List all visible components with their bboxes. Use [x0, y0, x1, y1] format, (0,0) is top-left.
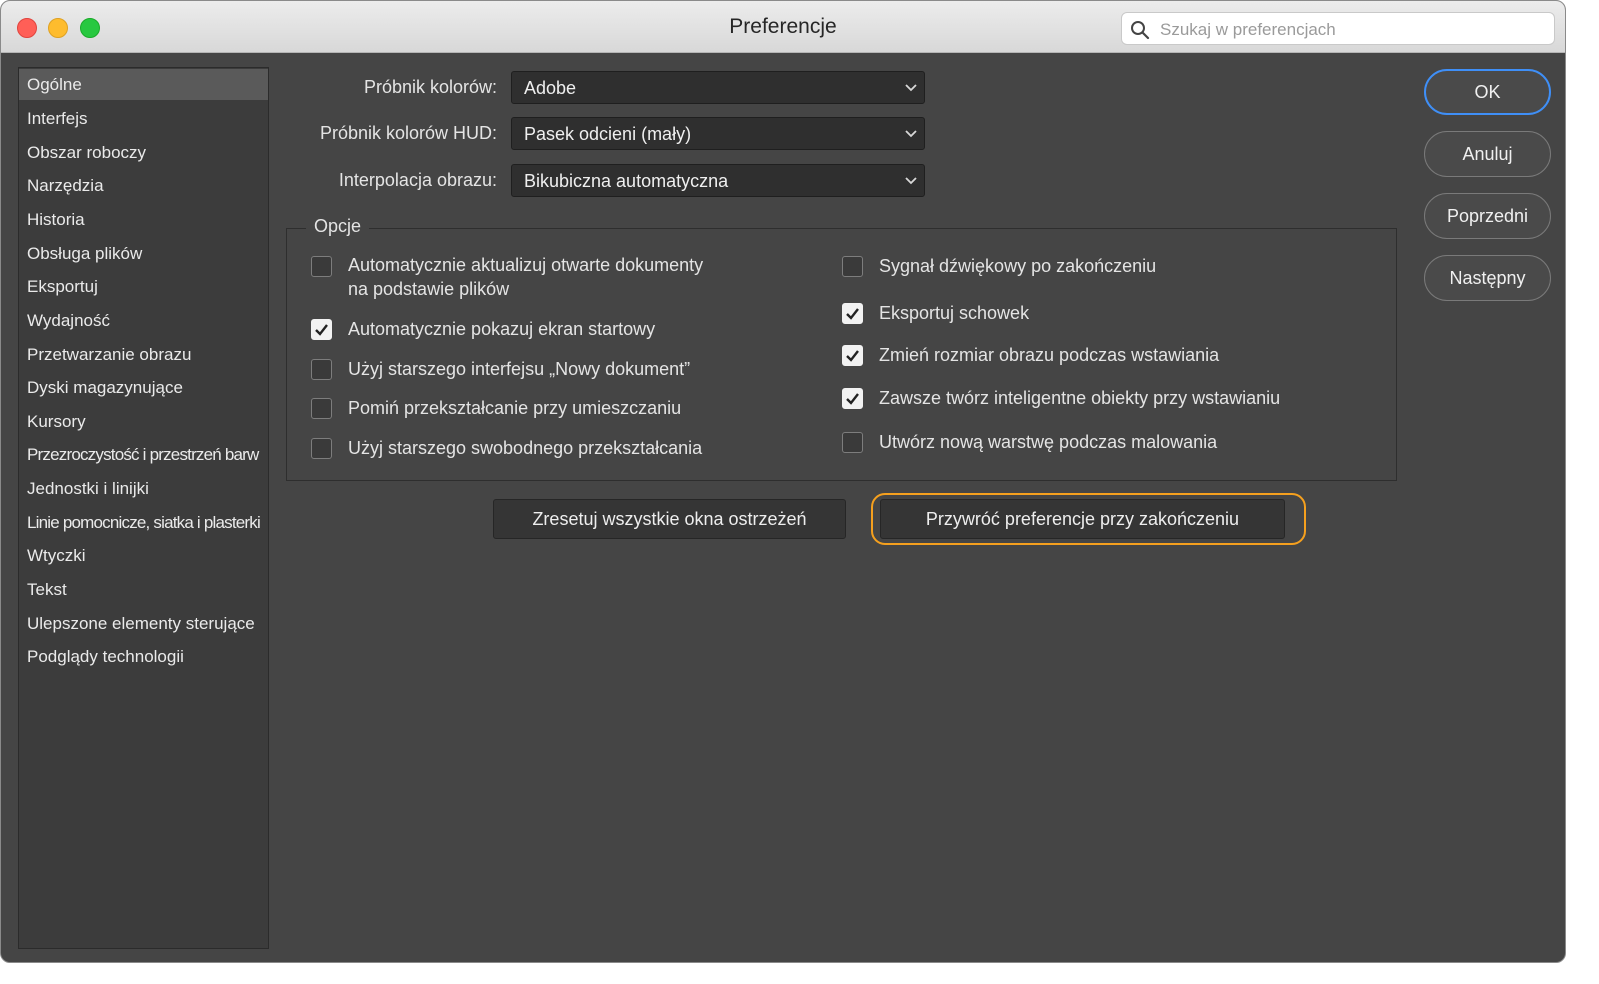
sidebar-item-type[interactable]: Tekst: [19, 574, 268, 605]
sidebar-item-cursors[interactable]: Kursory: [19, 406, 268, 437]
ok-button[interactable]: OK: [1424, 69, 1551, 115]
image-interpolation-value: Bikubiczna automatyczna: [524, 171, 729, 191]
next-button[interactable]: Następny: [1424, 255, 1551, 301]
sidebar-item-general[interactable]: Ogólne: [19, 69, 268, 100]
auto-update-docs-label-1: Automatycznie aktualizuj otwarte dokumen…: [348, 255, 704, 275]
resize-on-place-label: Zmień rozmiar obrazu podczas wstawiania: [879, 345, 1220, 365]
sidebar-item-enhanced-controls[interactable]: Ulepszone elementy sterujące: [19, 608, 268, 639]
checkmark-icon: [846, 393, 859, 405]
hud-color-picker-label: Próbnik kolorów HUD:: [319, 123, 497, 143]
export-clipboard-label: Eksportuj schowek: [879, 303, 1030, 323]
chevron-down-icon: [905, 177, 917, 185]
sidebar: Ogólne Interfejs Obszar roboczy Narzędzi…: [18, 67, 269, 949]
show-start-screen-checkbox[interactable]: [311, 319, 332, 340]
legacy-free-transform-checkbox[interactable]: [311, 438, 332, 459]
show-start-screen-label: Automatycznie pokazuj ekran startowy: [348, 319, 656, 339]
checkmark-icon: [846, 350, 859, 362]
cancel-button[interactable]: Anuluj: [1424, 131, 1551, 177]
legacy-new-document-checkbox[interactable]: [311, 359, 332, 380]
auto-update-docs-checkbox[interactable]: [311, 256, 332, 277]
sidebar-item-history[interactable]: Historia: [19, 204, 268, 235]
sidebar-item-tools[interactable]: Narzędzia: [19, 170, 268, 201]
sidebar-item-export[interactable]: Eksportuj: [19, 271, 268, 302]
search-input[interactable]: [1158, 17, 1542, 43]
sidebar-item-file-handling[interactable]: Obsługa plików: [19, 238, 268, 269]
sidebar-item-workspace[interactable]: Obszar roboczy: [19, 137, 268, 168]
always-smart-objects-label: Zawsze twórz inteligentne obiekty przy w…: [879, 388, 1281, 408]
new-layer-on-paint-checkbox[interactable]: [842, 432, 863, 453]
resize-on-place-checkbox[interactable]: [842, 345, 863, 366]
sidebar-item-performance[interactable]: Wydajność: [19, 305, 268, 336]
sidebar-item-plugins[interactable]: Wtyczki: [19, 540, 268, 571]
sidebar-item-transparency-gamut[interactable]: Przezroczystość i przestrzeń barw: [19, 439, 268, 470]
legacy-new-document-label: Użyj starszego interfejsu „Nowy dokument…: [348, 359, 691, 379]
sidebar-item-image-processing[interactable]: Przetwarzanie obrazu: [19, 339, 268, 370]
sidebar-item-scratch-disks[interactable]: Dyski magazynujące: [19, 372, 268, 403]
search-icon: [1131, 21, 1150, 40]
chevron-down-icon: [905, 130, 917, 138]
hud-color-picker-value: Pasek odcieni (mały): [524, 124, 692, 144]
color-picker-label: Próbnik kolorów:: [363, 77, 497, 97]
legacy-free-transform-label: Użyj starszego swobodnego przekształcani…: [348, 438, 703, 458]
skip-transform-on-place-label: Pomiń przekształcanie przy umieszczaniu: [348, 398, 682, 418]
export-clipboard-checkbox[interactable]: [842, 303, 863, 324]
auto-update-docs-label-2: na podstawie plików: [348, 279, 510, 299]
checkmark-icon: [315, 324, 328, 336]
color-picker-value: Adobe: [524, 78, 577, 98]
sidebar-item-technology-previews[interactable]: Podglądy technologii: [19, 641, 268, 672]
skip-transform-on-place-checkbox[interactable]: [311, 398, 332, 419]
image-interpolation-label: Interpolacja obrazu:: [338, 170, 497, 190]
reset-preferences-button[interactable]: Przywróć preferencje przy zakończeniu: [880, 499, 1285, 539]
options-group-title: Opcje: [306, 216, 370, 237]
minimize-window-button[interactable]: [48, 18, 68, 38]
reset-warnings-button[interactable]: Zresetuj wszystkie okna ostrzeżeń: [493, 499, 846, 539]
color-picker-select[interactable]: Adobe: [511, 71, 925, 104]
close-window-button[interactable]: [17, 18, 37, 38]
always-smart-objects-checkbox[interactable]: [842, 388, 863, 409]
preferences-window: Preferencje Ogólne Interfejs Obszar robo…: [0, 0, 1566, 963]
sidebar-item-interface[interactable]: Interfejs: [19, 103, 268, 134]
hud-color-picker-select[interactable]: Pasek odcieni (mały): [511, 117, 925, 150]
beep-when-done-label: Sygnał dźwiękowy po zakończeniu: [879, 256, 1157, 276]
image-interpolation-select[interactable]: Bikubiczna automatyczna: [511, 164, 925, 197]
previous-button[interactable]: Poprzedni: [1424, 193, 1551, 239]
checkmark-icon: [846, 308, 859, 320]
title-bar: Preferencje: [1, 1, 1565, 53]
beep-when-done-checkbox[interactable]: [842, 256, 863, 277]
maximize-window-button[interactable]: [80, 18, 100, 38]
new-layer-on-paint-label: Utwórz nową warstwę podczas malowania: [879, 432, 1218, 452]
sidebar-item-units-rulers[interactable]: Jednostki i linijki: [19, 473, 268, 504]
search-field[interactable]: [1121, 12, 1555, 45]
sidebar-item-guides-grid-slices[interactable]: Linie pomocnicze, siatka i plasterki: [19, 507, 268, 538]
chevron-down-icon: [905, 84, 917, 92]
